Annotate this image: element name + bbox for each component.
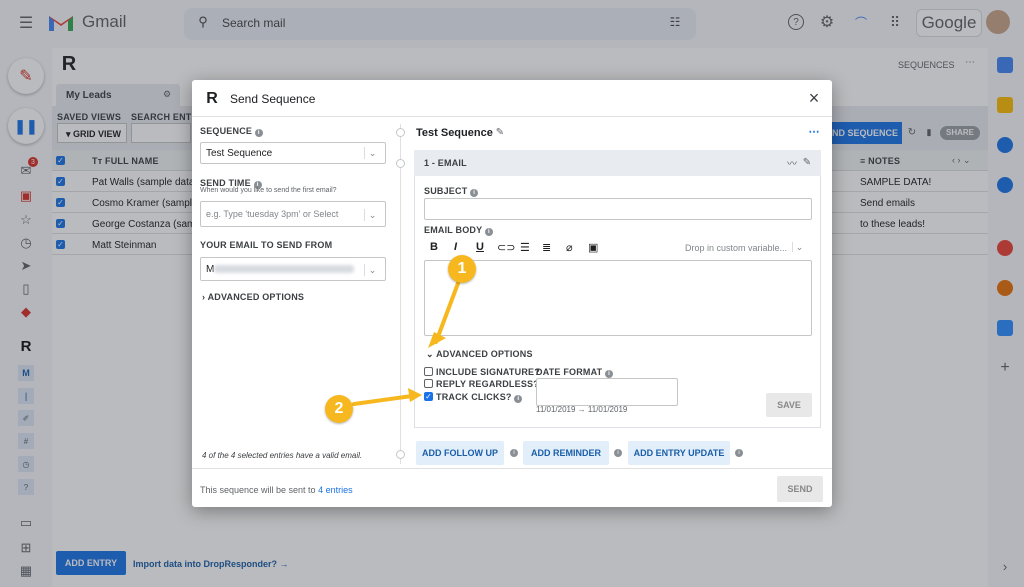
arrow-two <box>352 394 414 406</box>
arrow-one <box>434 276 462 344</box>
callout-two: 2 <box>325 395 353 423</box>
arrow-two-head <box>408 388 422 402</box>
arrow-one-head <box>428 332 446 348</box>
annotation-arrows <box>352 276 462 406</box>
callout-one: 1 <box>448 255 476 283</box>
